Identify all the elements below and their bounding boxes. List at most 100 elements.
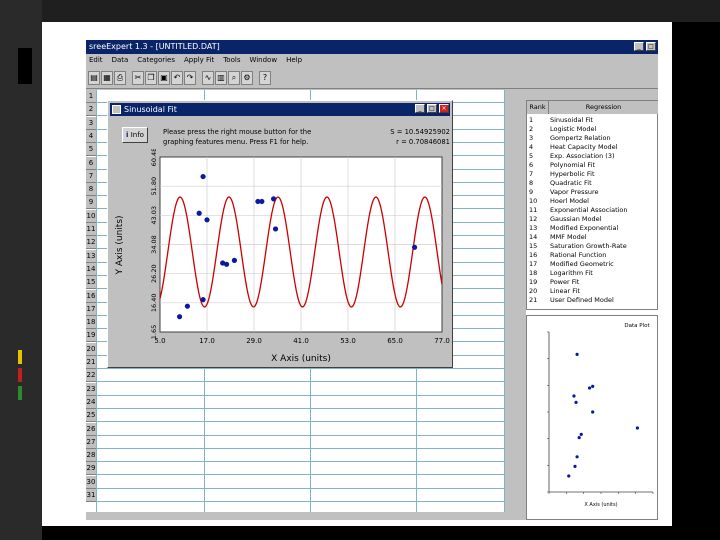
row-header[interactable]: 10 <box>86 209 96 223</box>
regression-row[interactable]: 11 Exponential Association <box>527 206 658 215</box>
row-header[interactable]: 25 <box>86 409 96 423</box>
regression-row[interactable]: 12 Gaussian Model <box>527 215 658 224</box>
chart-icon[interactable]: ▥ <box>215 71 227 85</box>
row-header[interactable]: 29 <box>86 462 96 476</box>
info-button[interactable]: i Info <box>122 127 148 143</box>
row-header[interactable]: 13 <box>86 249 96 263</box>
regression-row[interactable]: 17 Modified Geometric <box>527 260 658 269</box>
row-header[interactable]: 28 <box>86 449 96 463</box>
data-point <box>176 314 183 320</box>
copy-icon[interactable]: ❐ <box>145 71 157 85</box>
regression-row[interactable]: 13 Modified Exponential <box>527 224 658 233</box>
save-icon[interactable]: ▦ <box>101 71 113 85</box>
regression-row[interactable]: 4 Heat Capacity Model <box>527 143 658 152</box>
row-header[interactable]: 7 <box>86 169 96 183</box>
regression-name: Exponential Association <box>550 206 628 214</box>
fit-icon[interactable]: ∿ <box>202 71 214 85</box>
row-header[interactable]: 3 <box>86 116 96 130</box>
menu-apply-fit[interactable]: Apply Fit <box>184 54 214 67</box>
row-header[interactable]: 22 <box>86 369 96 383</box>
data-point <box>231 257 238 263</box>
row-header[interactable]: 12 <box>86 236 96 250</box>
fit-close-button[interactable]: × <box>439 104 449 113</box>
regression-row[interactable]: 8 Quadratic Fit <box>527 179 658 188</box>
row-header[interactable]: 19 <box>86 329 96 343</box>
row-header[interactable]: 24 <box>86 395 96 409</box>
regression-row[interactable]: 15 Saturation Growth-Rate <box>527 242 658 251</box>
x-tick-label: 17.0 <box>199 337 215 345</box>
row-header[interactable]: 9 <box>86 196 96 210</box>
regression-row[interactable]: 16 Rational Function <box>527 251 658 260</box>
grid-row-line <box>96 434 504 436</box>
regression-row[interactable]: 9 Vapor Pressure <box>527 188 658 197</box>
regression-row[interactable]: 18 Logarithm Fit <box>527 269 658 278</box>
data-plot-point <box>574 400 578 404</box>
help-icon[interactable]: ? <box>259 71 271 85</box>
row-header[interactable]: 21 <box>86 356 96 369</box>
menu-window[interactable]: Window <box>249 54 277 67</box>
fit-stats: S = 10.54925902 r = 0.70846081 <box>358 127 450 147</box>
regression-row[interactable]: 5 Exp. Association (3) <box>527 152 658 161</box>
standard-error-value: S = 10.54925902 <box>390 128 450 136</box>
row-header[interactable]: 4 <box>86 129 96 143</box>
row-header[interactable]: 23 <box>86 382 96 396</box>
fit-maximize-button[interactable]: □ <box>427 104 437 113</box>
menu-data[interactable]: Data <box>112 54 129 67</box>
open-icon[interactable]: ▤ <box>88 71 100 85</box>
row-header[interactable]: 11 <box>86 223 96 236</box>
regression-row[interactable]: 3 Gompertz Relation <box>527 134 658 143</box>
zoom-icon[interactable]: ⌕ <box>228 71 240 85</box>
row-header[interactable]: 14 <box>86 262 96 276</box>
regression-name: Modified Geometric <box>550 260 614 268</box>
regression-row[interactable]: 1 Sinusoidal Fit <box>527 116 658 125</box>
data-plot-point <box>572 394 576 398</box>
regression-rank: 7 <box>529 170 534 178</box>
menu-edit[interactable]: Edit <box>89 54 103 67</box>
row-header[interactable]: 27 <box>86 435 96 449</box>
regression-row[interactable]: 19 Power Fit <box>527 278 658 287</box>
data-plot-x-label: X Axis (units) <box>584 502 617 508</box>
settings-icon[interactable]: ⚙ <box>241 71 253 85</box>
regression-rank: 8 <box>529 179 534 187</box>
print-icon[interactable]: ⎙ <box>114 71 126 85</box>
menu-categories[interactable]: Categories <box>137 54 175 67</box>
regression-name: MMF Model <box>550 233 587 241</box>
regression-rank: 4 <box>529 143 534 151</box>
row-header[interactable]: 20 <box>86 342 96 356</box>
row-header[interactable]: 17 <box>86 302 96 316</box>
minimize-button[interactable]: _ <box>634 42 644 51</box>
menu-tools[interactable]: Tools <box>223 54 240 67</box>
cut-icon[interactable]: ✂ <box>132 71 144 85</box>
regression-row[interactable]: 21 User Defined Model <box>527 296 658 305</box>
row-header[interactable]: 16 <box>86 289 96 303</box>
row-header[interactable]: 30 <box>86 475 96 489</box>
row-header[interactable]: 31 <box>86 489 96 502</box>
regression-row[interactable]: 7 Hyperbolic Fit <box>527 170 658 179</box>
row-header[interactable]: 26 <box>86 422 96 436</box>
row-header[interactable]: 6 <box>86 156 96 170</box>
redo-icon[interactable]: ↷ <box>184 71 196 85</box>
menu-help[interactable]: Help <box>286 54 302 67</box>
row-header[interactable]: 2 <box>86 103 96 117</box>
row-header[interactable]: 1 <box>86 90 96 103</box>
regression-row[interactable]: 20 Linear Fit <box>527 287 658 296</box>
row-header[interactable]: 18 <box>86 316 96 330</box>
regression-name: Heat Capacity Model <box>550 143 618 151</box>
row-header[interactable]: 5 <box>86 143 96 157</box>
regression-row[interactable]: 10 Hoerl Model <box>527 197 658 206</box>
regression-row[interactable]: 2 Logistic Model <box>527 125 658 134</box>
regression-rank: 1 <box>529 116 534 124</box>
undo-icon[interactable]: ↶ <box>171 71 183 85</box>
regression-row[interactable]: 14 MMF Model <box>527 233 658 242</box>
regression-rank: 6 <box>529 161 534 169</box>
data-plot-point <box>635 426 639 430</box>
paste-icon[interactable]: ▣ <box>158 71 170 85</box>
regression-row[interactable]: 6 Polynomial Fit <box>527 161 658 170</box>
sinusoidal-fit-window: Sinusoidal Fit _ □ × i Info Please press… <box>107 100 453 368</box>
row-header[interactable]: 15 <box>86 276 96 290</box>
fit-plot[interactable]: 1.6516.4026.2034.0843.0351.8060.48 5.0 17… <box>108 149 452 367</box>
maximize-button[interactable]: □ <box>646 42 656 51</box>
fit-minimize-button[interactable]: _ <box>415 104 425 113</box>
row-header[interactable]: 8 <box>86 183 96 197</box>
regression-rank: 12 <box>529 215 538 223</box>
